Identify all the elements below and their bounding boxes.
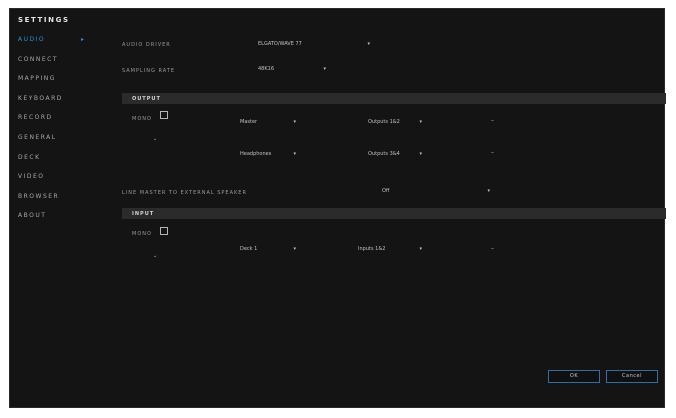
input-mono-checkbox[interactable] (160, 227, 168, 235)
sidebar: AUDIO ▸ CONNECT MAPPING KEYBOARD RECORD … (18, 36, 98, 232)
input-expand-chevron-icon[interactable]: ⌄ (153, 253, 157, 259)
dropdown-arrow-icon: ▾ (419, 119, 422, 125)
dropdown-arrow-icon: ▾ (419, 246, 422, 252)
sidebar-item-label: CONNECT (18, 55, 59, 63)
channel-value: Outputs 1&2 (368, 119, 400, 125)
input-section-title: INPUT (132, 211, 155, 217)
channel-value: Outputs 3&4 (368, 151, 400, 157)
sidebar-item-general[interactable]: GENERAL (18, 134, 98, 154)
input-deck1-channel-select[interactable]: Inputs 1&2 ▾ (358, 245, 422, 255)
device-value: Headphones (240, 151, 272, 157)
sidebar-item-connect[interactable]: CONNECT (18, 56, 98, 76)
sidebar-item-label: GENERAL (18, 133, 57, 141)
output-mono-label: MONO (132, 116, 152, 122)
output-headphones-remove-button[interactable]: – (491, 149, 494, 156)
ok-button[interactable]: OK (548, 370, 600, 383)
device-value: Master (240, 119, 258, 125)
settings-window: SETTINGS AUDIO ▸ CONNECT MAPPING KEYBOAR… (9, 8, 666, 408)
output-section-title: OUTPUT (132, 96, 161, 102)
audio-driver-label: AUDIO DRIVER (122, 42, 171, 48)
sidebar-item-label: AUDIO (18, 36, 46, 43)
sidebar-item-deck[interactable]: DECK (18, 154, 98, 174)
input-deck1-remove-button[interactable]: – (491, 245, 494, 252)
sidebar-item-about[interactable]: ABOUT (18, 212, 98, 232)
input-mono-label: MONO (132, 231, 152, 237)
sidebar-item-label: KEYBOARD (18, 94, 63, 102)
audio-driver-select[interactable]: ELGATO/WAVE 77 ▾ (258, 40, 370, 50)
output-master-device-select[interactable]: Master ▾ (240, 118, 296, 128)
input-deck1-device-select[interactable]: Deck 1 ▾ (240, 245, 296, 255)
sample-rate-value: 48K16 (258, 66, 275, 72)
output-section-header: OUTPUT (122, 93, 666, 104)
output-master-remove-button[interactable]: – (491, 117, 494, 124)
dropdown-arrow-icon: ▾ (419, 151, 422, 157)
sidebar-item-mapping[interactable]: MAPPING (18, 75, 98, 95)
sidebar-item-browser[interactable]: BROWSER (18, 193, 98, 213)
output-master-channel-select[interactable]: Outputs 1&2 ▾ (368, 118, 422, 128)
sidebar-item-label: RECORD (18, 114, 53, 122)
dropdown-arrow-icon: ▾ (293, 119, 296, 125)
audio-driver-value: ELGATO/WAVE 77 (258, 41, 302, 47)
sidebar-item-label: VIDEO (18, 173, 45, 181)
output-expand-chevron-icon[interactable]: ⌄ (153, 136, 157, 142)
dropdown-arrow-icon: ▾ (367, 41, 370, 47)
line-master-select[interactable]: Off ▾ (382, 187, 490, 197)
dropdown-arrow-icon: ▾ (323, 66, 326, 72)
active-arrow-icon: ▸ (81, 36, 86, 43)
output-headphones-channel-select[interactable]: Outputs 3&4 ▾ (368, 150, 422, 160)
output-mono-checkbox[interactable] (160, 111, 168, 119)
dropdown-arrow-icon: ▾ (293, 151, 296, 157)
device-value: Deck 1 (240, 246, 258, 252)
sidebar-item-keyboard[interactable]: KEYBOARD (18, 95, 98, 115)
output-headphones-device-select[interactable]: Headphones ▾ (240, 150, 296, 160)
sidebar-item-label: ABOUT (18, 212, 47, 220)
dropdown-arrow-icon: ▾ (487, 188, 490, 194)
dropdown-arrow-icon: ▾ (293, 246, 296, 252)
sidebar-item-audio[interactable]: AUDIO ▸ (18, 36, 98, 56)
line-master-label: LINE MASTER TO EXTERNAL SPEAKER (122, 190, 247, 196)
input-section-header: INPUT (122, 208, 666, 219)
sidebar-item-record[interactable]: RECORD (18, 114, 98, 134)
sidebar-item-label: DECK (18, 153, 41, 161)
sample-rate-select[interactable]: 48K16 ▾ (258, 65, 326, 75)
sidebar-item-label: MAPPING (18, 75, 56, 83)
channel-value: Inputs 1&2 (358, 246, 386, 252)
line-master-value: Off (382, 188, 390, 194)
window-title: SETTINGS (18, 16, 70, 24)
sample-rate-label: SAMPLING RATE (122, 68, 175, 74)
sidebar-item-video[interactable]: VIDEO (18, 173, 98, 193)
cancel-button[interactable]: Cancel (606, 370, 658, 383)
sidebar-item-label: BROWSER (18, 192, 60, 200)
